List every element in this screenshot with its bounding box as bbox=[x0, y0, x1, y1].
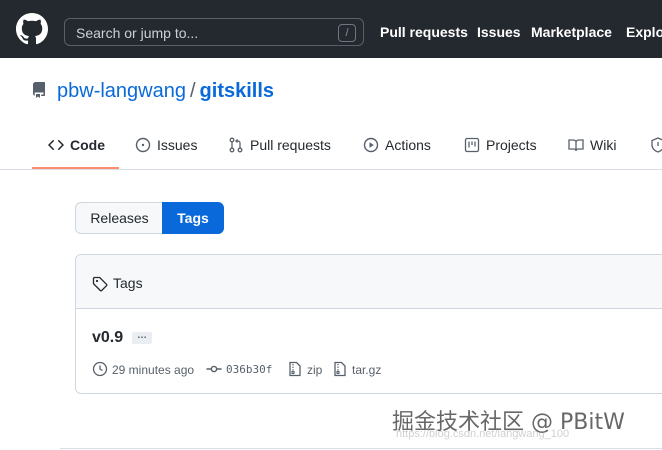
repo-name-link[interactable]: gitskills bbox=[200, 80, 274, 102]
tags-box: Tags v0.9 … 29 minutes ago 036b30f zip t… bbox=[75, 254, 662, 394]
repo-separator: / bbox=[189, 80, 196, 102]
tab-pull-requests-label: Pull requests bbox=[250, 137, 331, 153]
releases-button[interactable]: Releases bbox=[75, 202, 163, 234]
tag-zip-link[interactable]: zip bbox=[307, 363, 322, 377]
nav-explore[interactable]: Explore bbox=[626, 24, 662, 40]
git-commit-icon bbox=[206, 365, 222, 373]
code-icon bbox=[48, 139, 64, 151]
repo-owner-link[interactable]: pbw-langwang bbox=[57, 80, 186, 102]
file-zip-icon bbox=[289, 361, 301, 377]
tag-time-text: 29 minutes ago bbox=[112, 363, 195, 377]
tags-box-title: Tags bbox=[113, 275, 143, 291]
tags-box-header: Tags bbox=[76, 255, 662, 309]
clock-icon bbox=[92, 361, 108, 377]
book-icon bbox=[568, 139, 584, 152]
nav-pull-requests[interactable]: Pull requests bbox=[380, 24, 468, 40]
tags-button[interactable]: Tags bbox=[162, 202, 224, 234]
repo-title: pbw-langwang / gitskills bbox=[57, 80, 274, 103]
shield-icon bbox=[651, 137, 662, 153]
watermark-url: https://blog.csdn.net/langwang_100 bbox=[396, 428, 570, 440]
issue-opened-icon bbox=[135, 137, 151, 153]
tab-wiki-label: Wiki bbox=[590, 137, 617, 153]
global-header: Search or jump to... / Pull requests Iss… bbox=[0, 0, 662, 58]
page-divider bbox=[60, 448, 662, 449]
repo-icon bbox=[33, 82, 45, 98]
tabs-divider bbox=[0, 169, 662, 170]
search-input[interactable]: Search or jump to... / bbox=[64, 18, 364, 46]
ellipsis-button[interactable]: … bbox=[132, 331, 152, 344]
tag-icon bbox=[92, 276, 108, 292]
file-zip-icon bbox=[334, 361, 346, 377]
nav-marketplace[interactable]: Marketplace bbox=[531, 24, 612, 40]
slash-shortcut-key: / bbox=[338, 24, 356, 42]
tab-code-label: Code bbox=[70, 137, 105, 153]
tag-targz-link[interactable]: tar.gz bbox=[352, 363, 381, 377]
tab-issues-label: Issues bbox=[157, 137, 198, 153]
tab-actions-label: Actions bbox=[385, 137, 431, 153]
github-logo-icon[interactable] bbox=[16, 13, 48, 45]
tab-projects-label: Projects bbox=[486, 137, 537, 153]
search-placeholder: Search or jump to... bbox=[76, 25, 199, 41]
tag-name-link[interactable]: v0.9 bbox=[92, 329, 123, 347]
tag-commit-sha[interactable]: 036b30f bbox=[226, 363, 272, 376]
play-icon bbox=[363, 137, 379, 153]
nav-issues[interactable]: Issues bbox=[477, 24, 521, 40]
git-pull-request-icon bbox=[229, 137, 243, 153]
project-icon bbox=[464, 137, 480, 153]
